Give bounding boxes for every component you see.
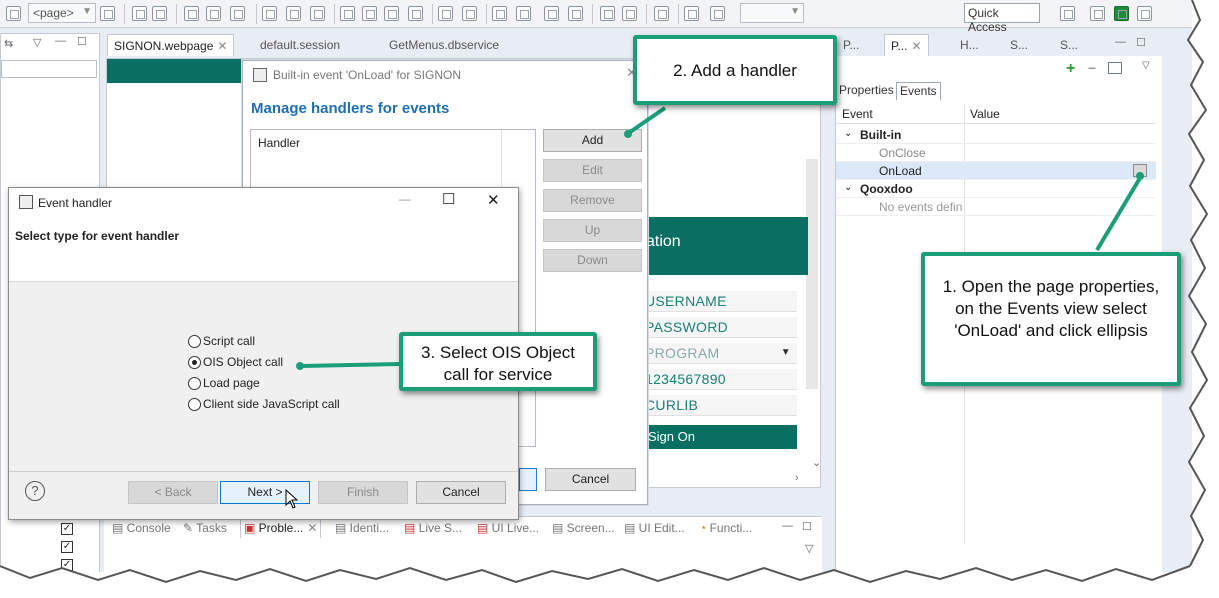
torn-edge-frame [0, 0, 1219, 598]
torn-edge-bottom [0, 566, 1219, 598]
torn-edge-right [1188, 0, 1219, 566]
screenshot: <page> ▼ ▼ Quick Access ⇆ ▽ — ☐ ✓ ✓ ✓ SI… [0, 0, 1219, 598]
